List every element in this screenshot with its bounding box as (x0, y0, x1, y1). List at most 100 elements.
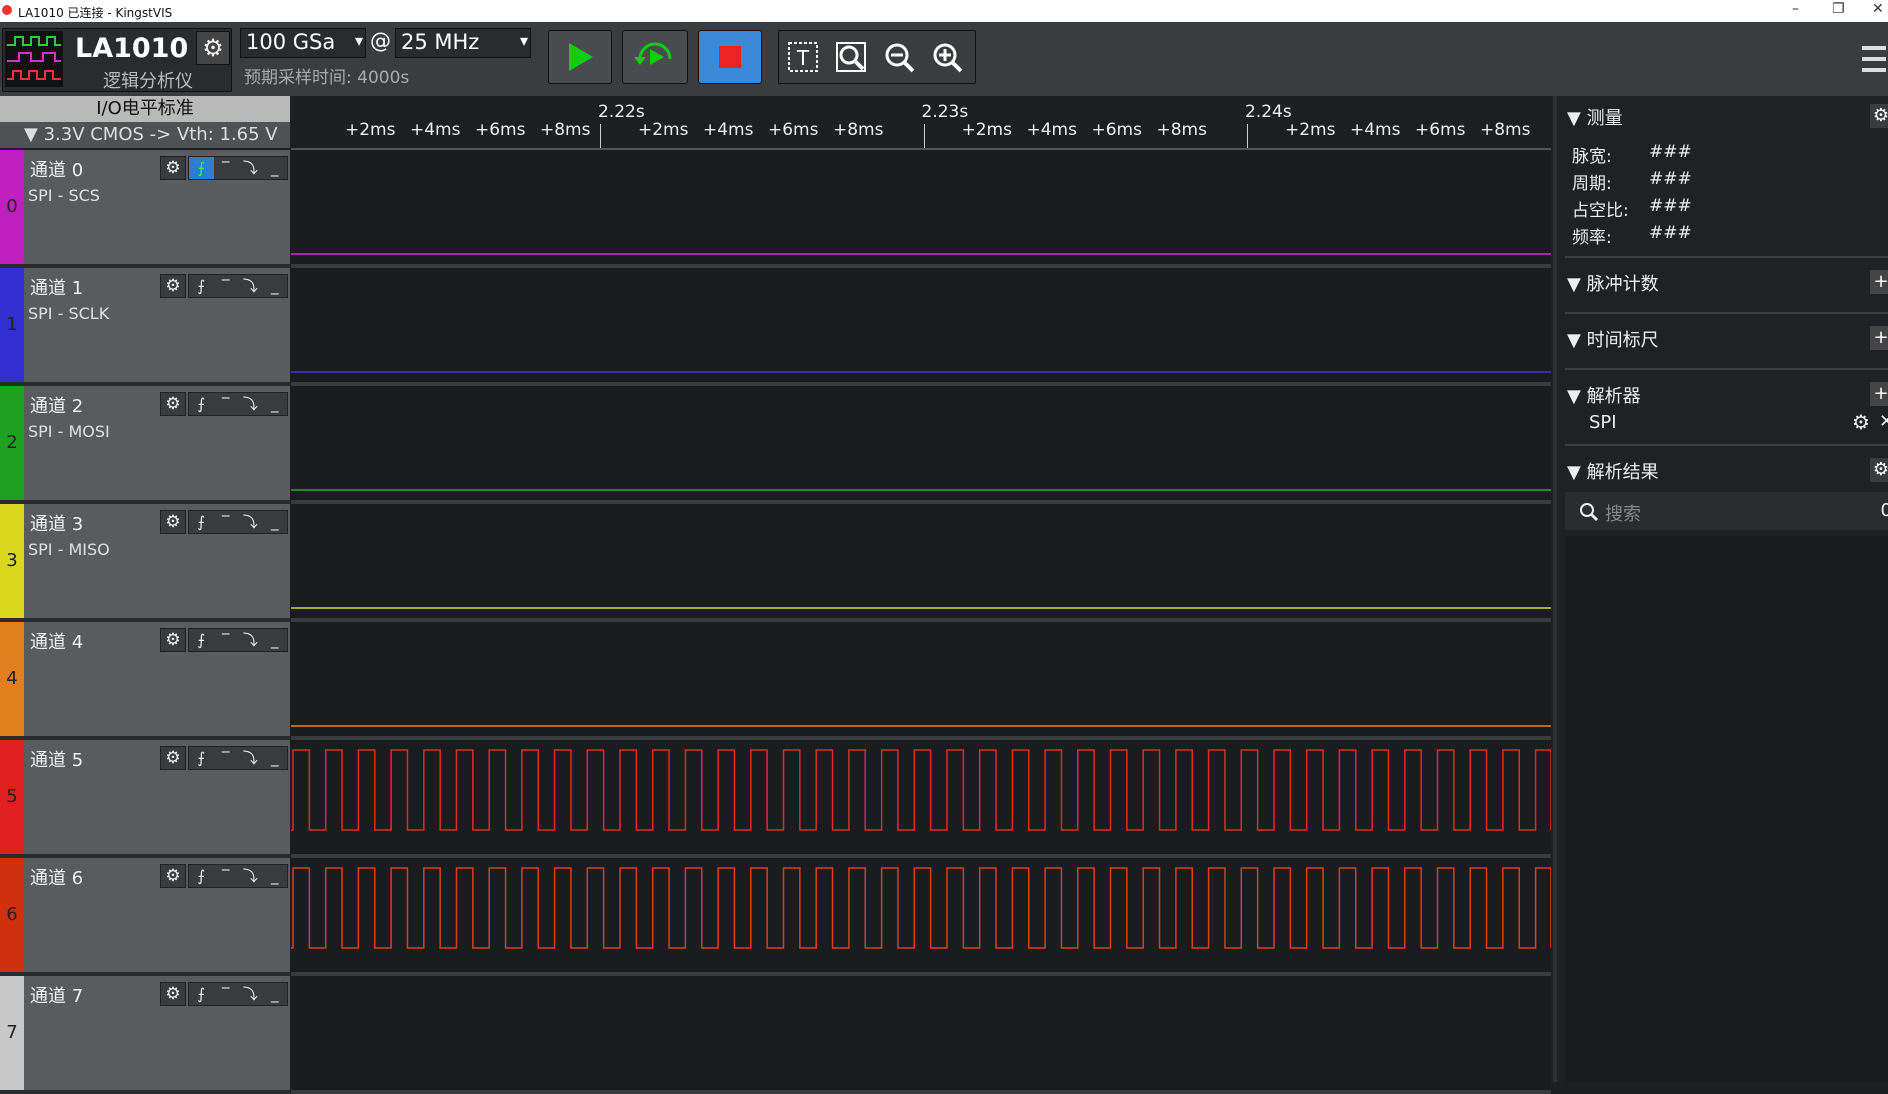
trigger-high-icon[interactable]: ‾ (214, 275, 239, 297)
trigger-low-icon[interactable]: _ (263, 157, 288, 179)
trigger-edge-any-icon[interactable]: ⨍ (189, 393, 214, 415)
trigger-edge-any-icon[interactable]: ⨍ (189, 511, 214, 533)
results-settings-button[interactable]: ⚙ (1870, 458, 1888, 482)
loop-start-button[interactable] (622, 30, 688, 84)
gear-icon: ⚙ (165, 276, 181, 296)
depth-select[interactable]: 100 GSa ▾ (240, 28, 366, 58)
trigger-selector: ⨍ ‾ ⤵ _ (188, 864, 288, 888)
trigger-falling-edge-icon[interactable]: ⤵ (238, 865, 263, 887)
trigger-edge-any-icon[interactable]: ⨍ (189, 747, 214, 769)
close-button[interactable]: ✕ (1872, 1, 1884, 17)
trigger-edge-any-icon[interactable]: ⨍ (189, 157, 214, 179)
trigger-high-icon[interactable]: ‾ (214, 511, 239, 533)
add-time-marker-button[interactable]: + (1870, 326, 1888, 350)
trigger-high-icon[interactable]: ‾ (214, 747, 239, 769)
trigger-selector: ⨍ ‾ ⤵ _ (188, 392, 288, 416)
io-standard-select[interactable]: ▼ 3.3V CMOS -> Vth: 1.65 V (0, 122, 290, 148)
measure-settings-button[interactable]: ⚙ (1870, 104, 1888, 128)
channel-name[interactable]: 通道 3 (30, 510, 83, 536)
ruler-minor-tick: +8ms (1156, 120, 1207, 140)
zoom-fit-button[interactable] (831, 37, 871, 77)
loop-play-icon (634, 42, 672, 65)
trigger-falling-edge-icon[interactable]: ⤵ (238, 511, 263, 533)
channel-row[interactable]: 3 通道 3 SPI - MISO ⚙ ⨍ ‾ ⤵ _ (0, 504, 290, 622)
channel-settings-button[interactable]: ⚙ (160, 746, 186, 770)
channel-name[interactable]: 通道 5 (30, 746, 83, 772)
waveform-trace (291, 867, 1552, 949)
trigger-high-icon[interactable]: ‾ (214, 393, 239, 415)
trigger-low-icon[interactable]: _ (263, 983, 288, 1005)
time-marker-section-title[interactable]: ▼ 时间标尺 (1567, 326, 1659, 352)
divider (1565, 368, 1888, 370)
analyzer-item-spi[interactable]: SPI (1589, 412, 1617, 433)
channel-row[interactable]: 4 通道 4 ⚙ ⨍ ‾ ⤵ _ (0, 622, 290, 740)
channel-name[interactable]: 通道 2 (30, 392, 83, 418)
trigger-low-icon[interactable]: _ (263, 747, 288, 769)
waveform-area[interactable] (291, 150, 1552, 1094)
channel-name[interactable]: 通道 0 (30, 156, 83, 182)
trigger-high-icon[interactable]: ‾ (214, 629, 239, 651)
restore-button[interactable]: ❐ (1832, 1, 1845, 17)
rate-select[interactable]: 25 MHz ▾ (395, 28, 531, 58)
channel-row[interactable]: 1 通道 1 SPI - SCLK ⚙ ⨍ ‾ ⤵ _ (0, 268, 290, 386)
channel-name[interactable]: 通道 6 (30, 864, 83, 890)
channel-row[interactable]: 7 通道 7 ⚙ ⨍ ‾ ⤵ _ (0, 976, 290, 1094)
channel-settings-button[interactable]: ⚙ (160, 628, 186, 652)
ruler-major-line (1247, 124, 1248, 148)
trigger-falling-edge-icon[interactable]: ⤵ (238, 983, 263, 1005)
text-icon: T (788, 42, 818, 72)
trigger-falling-edge-icon[interactable]: ⤵ (238, 747, 263, 769)
pulse-count-section-title[interactable]: ▼ 脉冲计数 (1567, 270, 1659, 296)
text-tool-button[interactable]: T (783, 37, 823, 77)
trigger-low-icon[interactable]: _ (263, 511, 288, 533)
close-icon[interactable]: ✕ (1879, 411, 1888, 432)
zoom-out-button[interactable] (879, 37, 919, 77)
trigger-high-icon[interactable]: ‾ (214, 983, 239, 1005)
trigger-low-icon[interactable]: _ (263, 629, 288, 651)
minimize-button[interactable]: – (1792, 1, 1799, 17)
channel-settings-button[interactable]: ⚙ (160, 274, 186, 298)
trigger-high-icon[interactable]: ‾ (214, 157, 239, 179)
device-settings-button[interactable]: ⚙ (196, 31, 230, 65)
trigger-high-icon[interactable]: ‾ (214, 865, 239, 887)
add-pulse-count-button[interactable]: + (1870, 270, 1888, 294)
trigger-edge-any-icon[interactable]: ⨍ (189, 983, 214, 1005)
channel-row[interactable]: 6 通道 6 ⚙ ⨍ ‾ ⤵ _ (0, 858, 290, 976)
measure-section-title[interactable]: ▼ 测量 (1567, 104, 1623, 130)
trigger-edge-any-icon[interactable]: ⨍ (189, 865, 214, 887)
trigger-falling-edge-icon[interactable]: ⤵ (238, 275, 263, 297)
period-value: ### (1649, 169, 1692, 189)
results-section-title[interactable]: ▼ 解析结果 (1567, 458, 1659, 484)
channel-settings-button[interactable]: ⚙ (160, 392, 186, 416)
channel-name[interactable]: 通道 1 (30, 274, 83, 300)
trigger-edge-any-icon[interactable]: ⨍ (189, 629, 214, 651)
add-analyzer-button[interactable]: + (1870, 382, 1888, 406)
channel-settings-button[interactable]: ⚙ (160, 982, 186, 1006)
trigger-falling-edge-icon[interactable]: ⤵ (238, 157, 263, 179)
trigger-low-icon[interactable]: _ (263, 865, 288, 887)
search-input[interactable]: 搜索 (1605, 500, 1641, 526)
io-standard-header: I/O电平标准 (0, 96, 290, 122)
trigger-falling-edge-icon[interactable]: ⤵ (238, 393, 263, 415)
at-label: @ (370, 29, 391, 53)
zoom-in-button[interactable] (927, 37, 967, 77)
start-button[interactable] (548, 30, 612, 84)
channel-name[interactable]: 通道 7 (30, 982, 83, 1008)
trigger-falling-edge-icon[interactable]: ⤵ (238, 629, 263, 651)
channel-name[interactable]: 通道 4 (30, 628, 83, 654)
channel-settings-button[interactable]: ⚙ (160, 864, 186, 888)
channel-settings-button[interactable]: ⚙ (160, 510, 186, 534)
trigger-edge-any-icon[interactable]: ⨍ (189, 275, 214, 297)
results-list[interactable] (1565, 536, 1888, 1082)
trigger-low-icon[interactable]: _ (263, 275, 288, 297)
gear-icon[interactable]: ⚙ (1852, 410, 1870, 434)
channel-row[interactable]: 0 通道 0 SPI - SCS ⚙ ⨍ ‾ ⤵ _ (0, 150, 290, 268)
channel-settings-button[interactable]: ⚙ (160, 156, 186, 180)
results-search[interactable]: 搜索 0 (1565, 492, 1888, 530)
channel-row[interactable]: 2 通道 2 SPI - MOSI ⚙ ⨍ ‾ ⤵ _ (0, 386, 290, 504)
analyzer-section-title[interactable]: ▼ 解析器 (1567, 382, 1641, 408)
trigger-low-icon[interactable]: _ (263, 393, 288, 415)
menu-button[interactable] (1860, 44, 1888, 74)
stop-button[interactable] (698, 30, 762, 84)
channel-row[interactable]: 5 通道 5 ⚙ ⨍ ‾ ⤵ _ (0, 740, 290, 858)
